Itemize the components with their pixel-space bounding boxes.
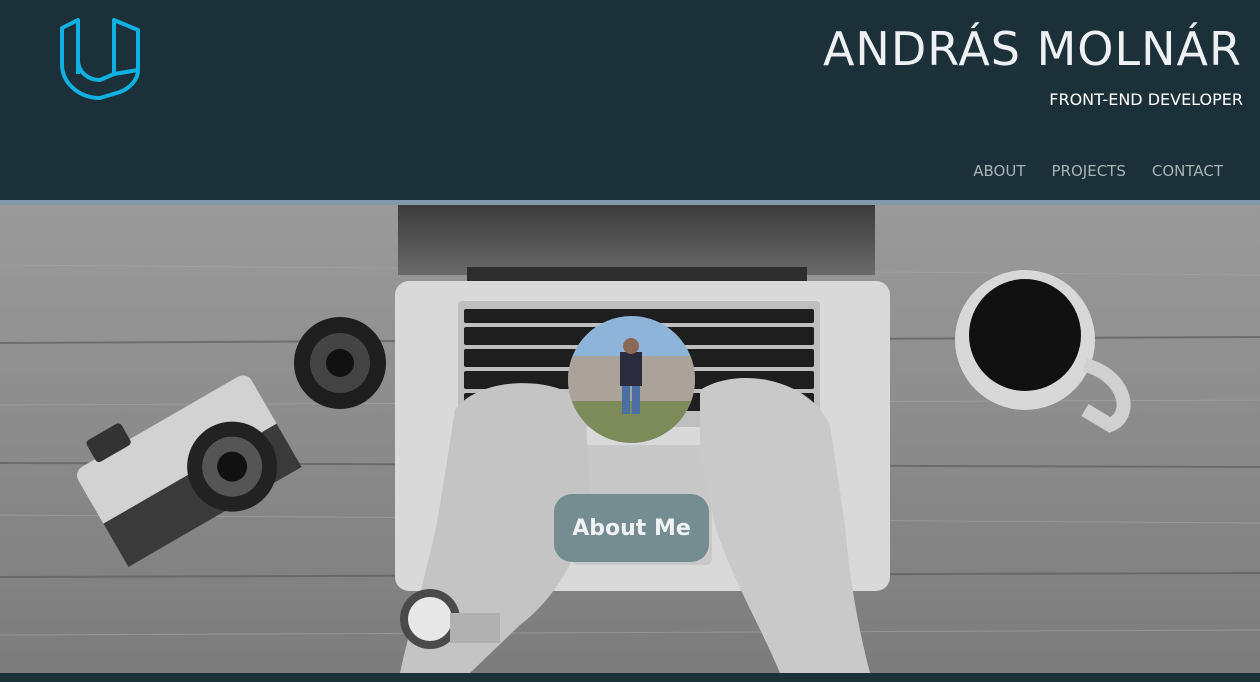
main-nav: ABOUT PROJECTS CONTACT <box>973 162 1223 180</box>
profile-photo-icon <box>568 316 695 443</box>
profile-avatar <box>568 316 695 443</box>
site-owner-role: FRONT-END DEVELOPER <box>1049 90 1243 109</box>
bottom-bar <box>0 673 1260 682</box>
nav-contact-link[interactable]: CONTACT <box>1152 162 1223 180</box>
site-header: ANDRÁS MOLNÁR FRONT-END DEVELOPER ABOUT … <box>0 0 1260 200</box>
page: ANDRÁS MOLNÁR FRONT-END DEVELOPER ABOUT … <box>0 0 1260 682</box>
nav-projects-link[interactable]: PROJECTS <box>1052 162 1126 180</box>
nav-about-link[interactable]: ABOUT <box>973 162 1025 180</box>
about-me-button[interactable]: About Me <box>554 494 709 562</box>
site-owner-name: ANDRÁS MOLNÁR <box>822 22 1242 76</box>
udacity-logo-icon[interactable] <box>58 18 142 100</box>
hero-banner: About Me <box>0 205 1260 673</box>
